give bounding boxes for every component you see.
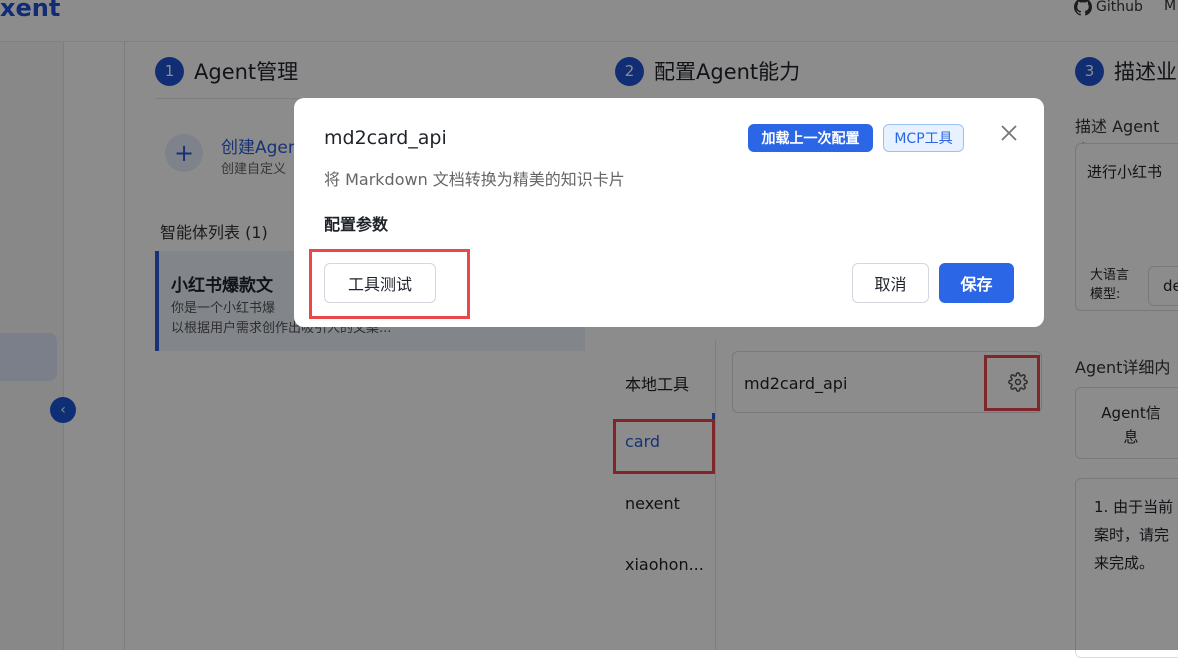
save-button[interactable]: 保存 [939, 263, 1014, 303]
config-params-title: 配置参数 [324, 215, 389, 234]
cancel-button[interactable]: 取消 [852, 263, 929, 303]
modal-title: md2card_api [324, 127, 447, 149]
mcp-tool-badge: MCP工具 [883, 124, 964, 152]
highlight-box-tool-test [309, 249, 470, 319]
load-last-config-button[interactable]: 加载上一次配置 [748, 124, 873, 152]
modal-description: 将 Markdown 文档转换为精美的知识卡片 [324, 170, 625, 189]
close-icon[interactable] [998, 122, 1020, 148]
